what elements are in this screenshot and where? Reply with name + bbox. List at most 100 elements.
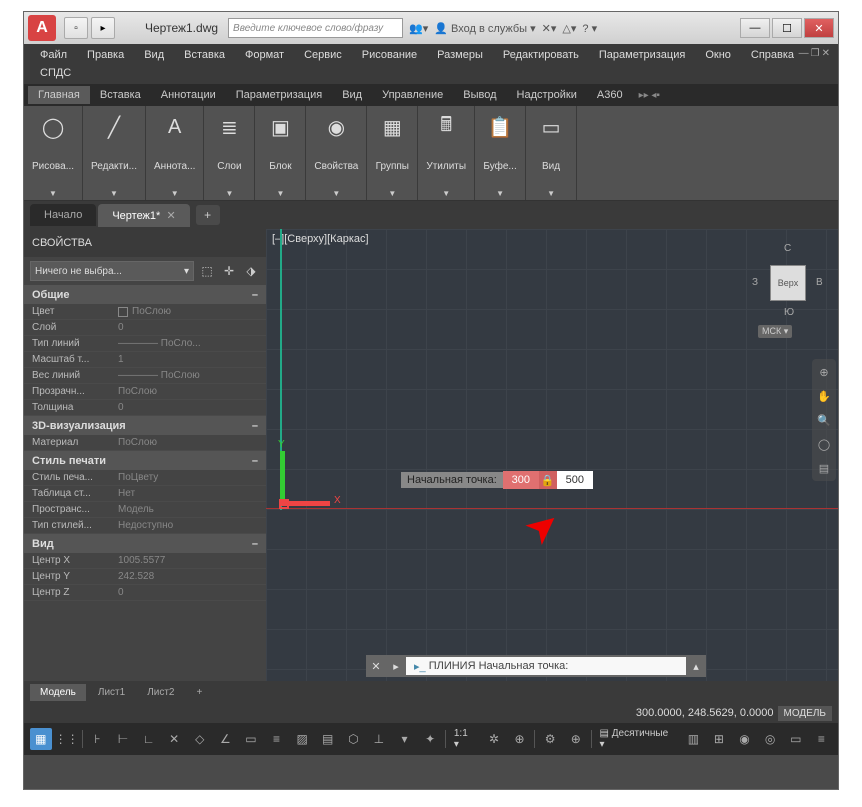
ribbon-panel-clip[interactable]: 📋Буфе...▼ bbox=[475, 106, 526, 200]
units-display[interactable]: ▤ Десятичные ▾ bbox=[596, 728, 679, 750]
pan-icon[interactable]: ✋ bbox=[815, 387, 833, 405]
infer-toggle-icon[interactable]: ⊦ bbox=[87, 728, 109, 750]
view-controls-label[interactable]: [–][Сверху][Каркас] bbox=[272, 233, 369, 245]
prop-row[interactable]: Пространс...Модель bbox=[24, 502, 266, 518]
exchange-icon[interactable]: ✕▾ bbox=[542, 22, 557, 35]
ribbon-panel-groups[interactable]: ▦Группы▼ bbox=[367, 106, 418, 200]
mdi-close-icon[interactable]: ✕ bbox=[822, 48, 830, 59]
prop-row[interactable]: Таблица ст...Нет bbox=[24, 486, 266, 502]
menu-insert[interactable]: Вставка bbox=[174, 46, 235, 64]
gizmo-toggle-icon[interactable]: ✦ bbox=[419, 728, 441, 750]
osnap-toggle-icon[interactable]: ∠ bbox=[215, 728, 237, 750]
menu-dim[interactable]: Размеры bbox=[427, 46, 493, 64]
ribbon-tab-view[interactable]: Вид bbox=[332, 86, 372, 104]
prop-row[interactable]: Вес линий———— ПоСлою bbox=[24, 368, 266, 384]
3dosnap-toggle-icon[interactable]: ⬡ bbox=[343, 728, 365, 750]
minimize-button[interactable]: — bbox=[740, 18, 770, 38]
anno-scale[interactable]: 1:1 ▾ bbox=[450, 728, 479, 750]
lockui-icon[interactable]: ⊞ bbox=[708, 728, 730, 750]
qat-open-icon[interactable]: ▸ bbox=[91, 17, 115, 39]
menu-file[interactable]: Файл bbox=[30, 46, 77, 64]
menu-param[interactable]: Параметризация bbox=[589, 46, 695, 64]
prop-row[interactable]: ЦветПоСлою bbox=[24, 304, 266, 320]
ribbon-tab-annotate[interactable]: Аннотации bbox=[151, 86, 226, 104]
otrack-toggle-icon[interactable]: ▭ bbox=[240, 728, 262, 750]
prop-row[interactable]: Центр X1005.5577 bbox=[24, 553, 266, 569]
prop-row[interactable]: Тип линий———— ПоСло... bbox=[24, 336, 266, 352]
help-icon[interactable]: ? ▾ bbox=[582, 22, 597, 35]
prop-row[interactable]: Слой0 bbox=[24, 320, 266, 336]
prop-group-print[interactable]: Стиль печати– bbox=[24, 452, 266, 470]
props-selection-dropdown[interactable]: Ничего не выбра...▾ bbox=[30, 261, 194, 281]
layout-tab-add[interactable]: + bbox=[187, 684, 213, 701]
model-space-button[interactable]: МОДЕЛЬ bbox=[778, 706, 832, 721]
dynamic-input-y[interactable]: 500 bbox=[557, 471, 593, 489]
dynucs-toggle-icon[interactable]: ⊥ bbox=[368, 728, 390, 750]
ribbon-panel-draw[interactable]: ◯Рисова...▼ bbox=[24, 106, 83, 200]
ribbon-tab-param[interactable]: Параметризация bbox=[226, 86, 332, 104]
infocenter-icon[interactable]: 👥▾ bbox=[409, 22, 428, 35]
search-input[interactable]: Введите ключевое слово/фразу bbox=[228, 18, 403, 38]
polar-toggle-icon[interactable]: ✕ bbox=[163, 728, 185, 750]
dynamic-input-x[interactable]: 300 bbox=[503, 471, 539, 489]
ucs-label[interactable]: МСК ▾ bbox=[758, 325, 792, 338]
viewcube[interactable]: С Ю З В Верх МСК ▾ bbox=[748, 237, 828, 337]
menu-help[interactable]: Справка bbox=[741, 46, 804, 64]
anno-vis-icon[interactable]: ✲ bbox=[483, 728, 505, 750]
doc-tab-active[interactable]: Чертеж1* ✕ bbox=[98, 204, 189, 227]
doc-tab-add[interactable]: + bbox=[196, 205, 220, 225]
lineweight-toggle-icon[interactable]: ≡ bbox=[266, 728, 288, 750]
menu-draw[interactable]: Рисование bbox=[352, 46, 427, 64]
mdi-restore-icon[interactable]: ❐ bbox=[811, 48, 820, 59]
stayconnected-icon[interactable]: △▾ bbox=[562, 22, 576, 35]
prop-group-viz[interactable]: 3D-визуализация– bbox=[24, 417, 266, 435]
ribbon-panel-viewp[interactable]: ▭Вид▼ bbox=[526, 106, 577, 200]
showmotion-icon[interactable]: ▤ bbox=[815, 459, 833, 477]
hwacc-icon[interactable]: ◉ bbox=[734, 728, 756, 750]
prop-row[interactable]: Центр Y242.528 bbox=[24, 569, 266, 585]
ribbon-scroll-icon[interactable]: ▸▸ ◂▪ bbox=[639, 90, 660, 101]
signin-button[interactable]: 👤 Вход в службы ▾ bbox=[434, 22, 535, 35]
mdi-minimize-icon[interactable]: — bbox=[799, 48, 809, 59]
workspace-icon[interactable]: ⚙ bbox=[539, 728, 561, 750]
menu-window[interactable]: Окно bbox=[695, 46, 741, 64]
ribbon-panel-utils[interactable]: 🖩Утилиты▼ bbox=[418, 106, 475, 200]
cycling-toggle-icon[interactable]: ▤ bbox=[317, 728, 339, 750]
ribbon-tab-home[interactable]: Главная bbox=[28, 86, 90, 104]
cmdline-prompt[interactable]: ▸_ ПЛИНИЯ Начальная точка: bbox=[406, 657, 686, 675]
ribbon-tab-output[interactable]: Вывод bbox=[453, 86, 506, 104]
ribbon-panel-block[interactable]: ▣Блок▼ bbox=[255, 106, 306, 200]
menu-modify[interactable]: Редактировать bbox=[493, 46, 589, 64]
viewcube-face[interactable]: Верх bbox=[770, 265, 806, 301]
grid-toggle-icon[interactable]: ▦ bbox=[30, 728, 52, 750]
command-line[interactable]: ✕ ▸ ▸_ ПЛИНИЯ Начальная точка: ▴ bbox=[366, 655, 706, 677]
anno-auto-icon[interactable]: ⊕ bbox=[509, 728, 531, 750]
maximize-button[interactable]: ☐ bbox=[772, 18, 802, 38]
monitor-icon[interactable]: ⊕ bbox=[565, 728, 587, 750]
pick-icon[interactable]: ⬗ bbox=[242, 262, 260, 280]
isolate-icon[interactable]: ◎ bbox=[759, 728, 781, 750]
menu-format[interactable]: Формат bbox=[235, 46, 294, 64]
layout-tab-model[interactable]: Модель bbox=[30, 684, 86, 701]
coordinates-display[interactable]: 300.0000, 248.5629, 0.0000 bbox=[636, 707, 774, 719]
ortho-toggle-icon[interactable]: ∟ bbox=[138, 728, 160, 750]
cmdline-history-icon[interactable]: ▴ bbox=[686, 660, 706, 673]
ribbon-panel-layers[interactable]: ≣Слои▼ bbox=[204, 106, 255, 200]
menu-spds[interactable]: СПДС bbox=[30, 64, 81, 82]
drawing-canvas[interactable]: [–][Сверху][Каркас] Y X Начальная точка:… bbox=[266, 229, 838, 681]
ribbon-tab-manage[interactable]: Управление bbox=[372, 86, 453, 104]
app-logo-icon[interactable]: A bbox=[28, 15, 56, 41]
cleanscreen-icon[interactable]: ▭ bbox=[785, 728, 807, 750]
prop-row[interactable]: Центр Z0 bbox=[24, 585, 266, 601]
doc-tab-start[interactable]: Начало bbox=[30, 204, 96, 226]
zoom-icon[interactable]: 🔍 bbox=[815, 411, 833, 429]
prop-group-general[interactable]: Общие– bbox=[24, 286, 266, 304]
customize-icon[interactable]: ≡ bbox=[811, 728, 833, 750]
ribbon-panel-annot[interactable]: AАннота...▼ bbox=[146, 106, 204, 200]
doc-tab-close-icon[interactable]: ✕ bbox=[166, 210, 175, 222]
ribbon-tab-insert[interactable]: Вставка bbox=[90, 86, 151, 104]
prop-group-view[interactable]: Вид– bbox=[24, 535, 266, 553]
add-selection-icon[interactable]: ✛ bbox=[220, 262, 238, 280]
prop-row[interactable]: МатериалПоСлою bbox=[24, 435, 266, 451]
snap-toggle-icon[interactable]: ⋮⋮ bbox=[56, 728, 78, 750]
